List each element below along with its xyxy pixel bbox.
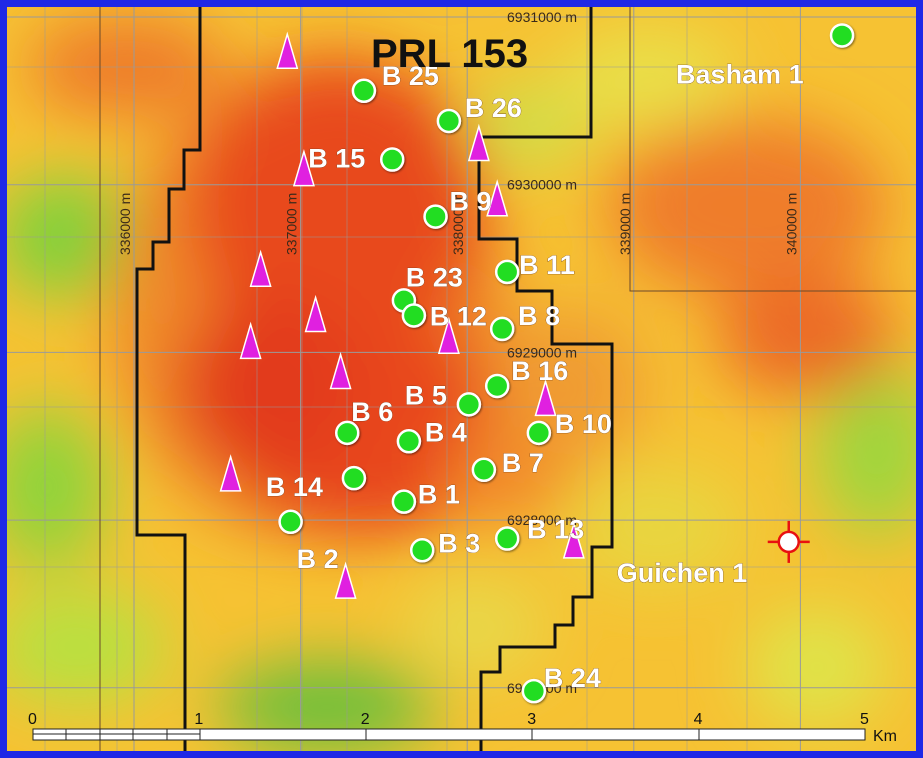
well-dot[interactable] bbox=[351, 78, 377, 104]
well-label: B 9 bbox=[450, 187, 492, 217]
well-label: B 14 bbox=[266, 472, 323, 502]
well-label: B 12 bbox=[430, 302, 487, 332]
scale-tick-label: 4 bbox=[694, 711, 703, 728]
well-dot[interactable] bbox=[829, 23, 855, 48]
amplitude-heatmap bbox=[7, 7, 916, 751]
well-label: B 26 bbox=[465, 93, 522, 123]
well-label: B 8 bbox=[518, 301, 560, 331]
well-dot[interactable] bbox=[401, 303, 427, 328]
well-label: B 6 bbox=[351, 397, 393, 427]
well-dot[interactable] bbox=[526, 420, 552, 446]
dry-well-icon[interactable] bbox=[777, 530, 800, 554]
well-label: B 24 bbox=[544, 663, 601, 693]
well-label: B 16 bbox=[511, 356, 568, 386]
well-dot[interactable] bbox=[436, 108, 462, 134]
well-label: B 11 bbox=[519, 250, 575, 280]
map-title: PRL 153 bbox=[371, 32, 528, 76]
well-dot[interactable] bbox=[494, 259, 520, 285]
well-label: Basham 1 bbox=[676, 59, 804, 89]
well-dot[interactable] bbox=[278, 509, 303, 535]
easting-label: 336000 m bbox=[117, 193, 133, 255]
well-dot[interactable] bbox=[484, 373, 510, 399]
scale-tick-label: 1 bbox=[194, 711, 203, 728]
well-dot[interactable] bbox=[456, 392, 482, 417]
well-label: B 5 bbox=[405, 380, 447, 410]
northing-label: 6931000 m bbox=[507, 9, 577, 25]
well-label: B 7 bbox=[502, 448, 544, 478]
well-dot[interactable] bbox=[396, 429, 422, 454]
well-dot[interactable] bbox=[471, 457, 497, 483]
well-label: B 1 bbox=[418, 480, 460, 510]
easting-label: 340000 m bbox=[783, 193, 799, 255]
well-b-15[interactable]: B 15 bbox=[308, 143, 405, 174]
well-dot[interactable] bbox=[341, 465, 367, 491]
well-dot[interactable] bbox=[521, 678, 547, 704]
scale-tick-label: 5 bbox=[860, 711, 869, 728]
well-label: B 15 bbox=[308, 144, 365, 174]
guichen-label: Guichen 1 bbox=[617, 558, 748, 588]
well-label: B 23 bbox=[406, 262, 463, 292]
well-dot[interactable] bbox=[409, 538, 435, 563]
scale-tick-label: 3 bbox=[527, 711, 536, 728]
well-dot[interactable] bbox=[494, 526, 520, 551]
well-b-12[interactable]: B 12 bbox=[401, 301, 487, 332]
well-dot[interactable] bbox=[391, 489, 417, 514]
scale-tick-label: 0 bbox=[28, 711, 37, 728]
well-dot[interactable] bbox=[379, 147, 405, 172]
well-label: B 10 bbox=[555, 409, 612, 439]
northing-label: 6930000 m bbox=[507, 177, 577, 193]
well-dot[interactable] bbox=[423, 204, 448, 229]
well-label: B 13 bbox=[527, 515, 584, 545]
scale-unit: Km bbox=[873, 728, 897, 745]
easting-label: 337000 m bbox=[284, 193, 300, 255]
well-dot[interactable] bbox=[489, 316, 515, 342]
well-label: B 3 bbox=[438, 528, 480, 558]
map-frame: 336000 m 337000 m 338000 m 339000 m 340000 m… bbox=[0, 0, 923, 758]
scale-tick-label: 2 bbox=[361, 711, 370, 728]
well-label: B 4 bbox=[425, 417, 467, 447]
well-label: B 2 bbox=[297, 544, 339, 574]
map-canvas[interactable]: 336000 m 337000 m 338000 m 339000 m 340000 m… bbox=[7, 7, 916, 751]
